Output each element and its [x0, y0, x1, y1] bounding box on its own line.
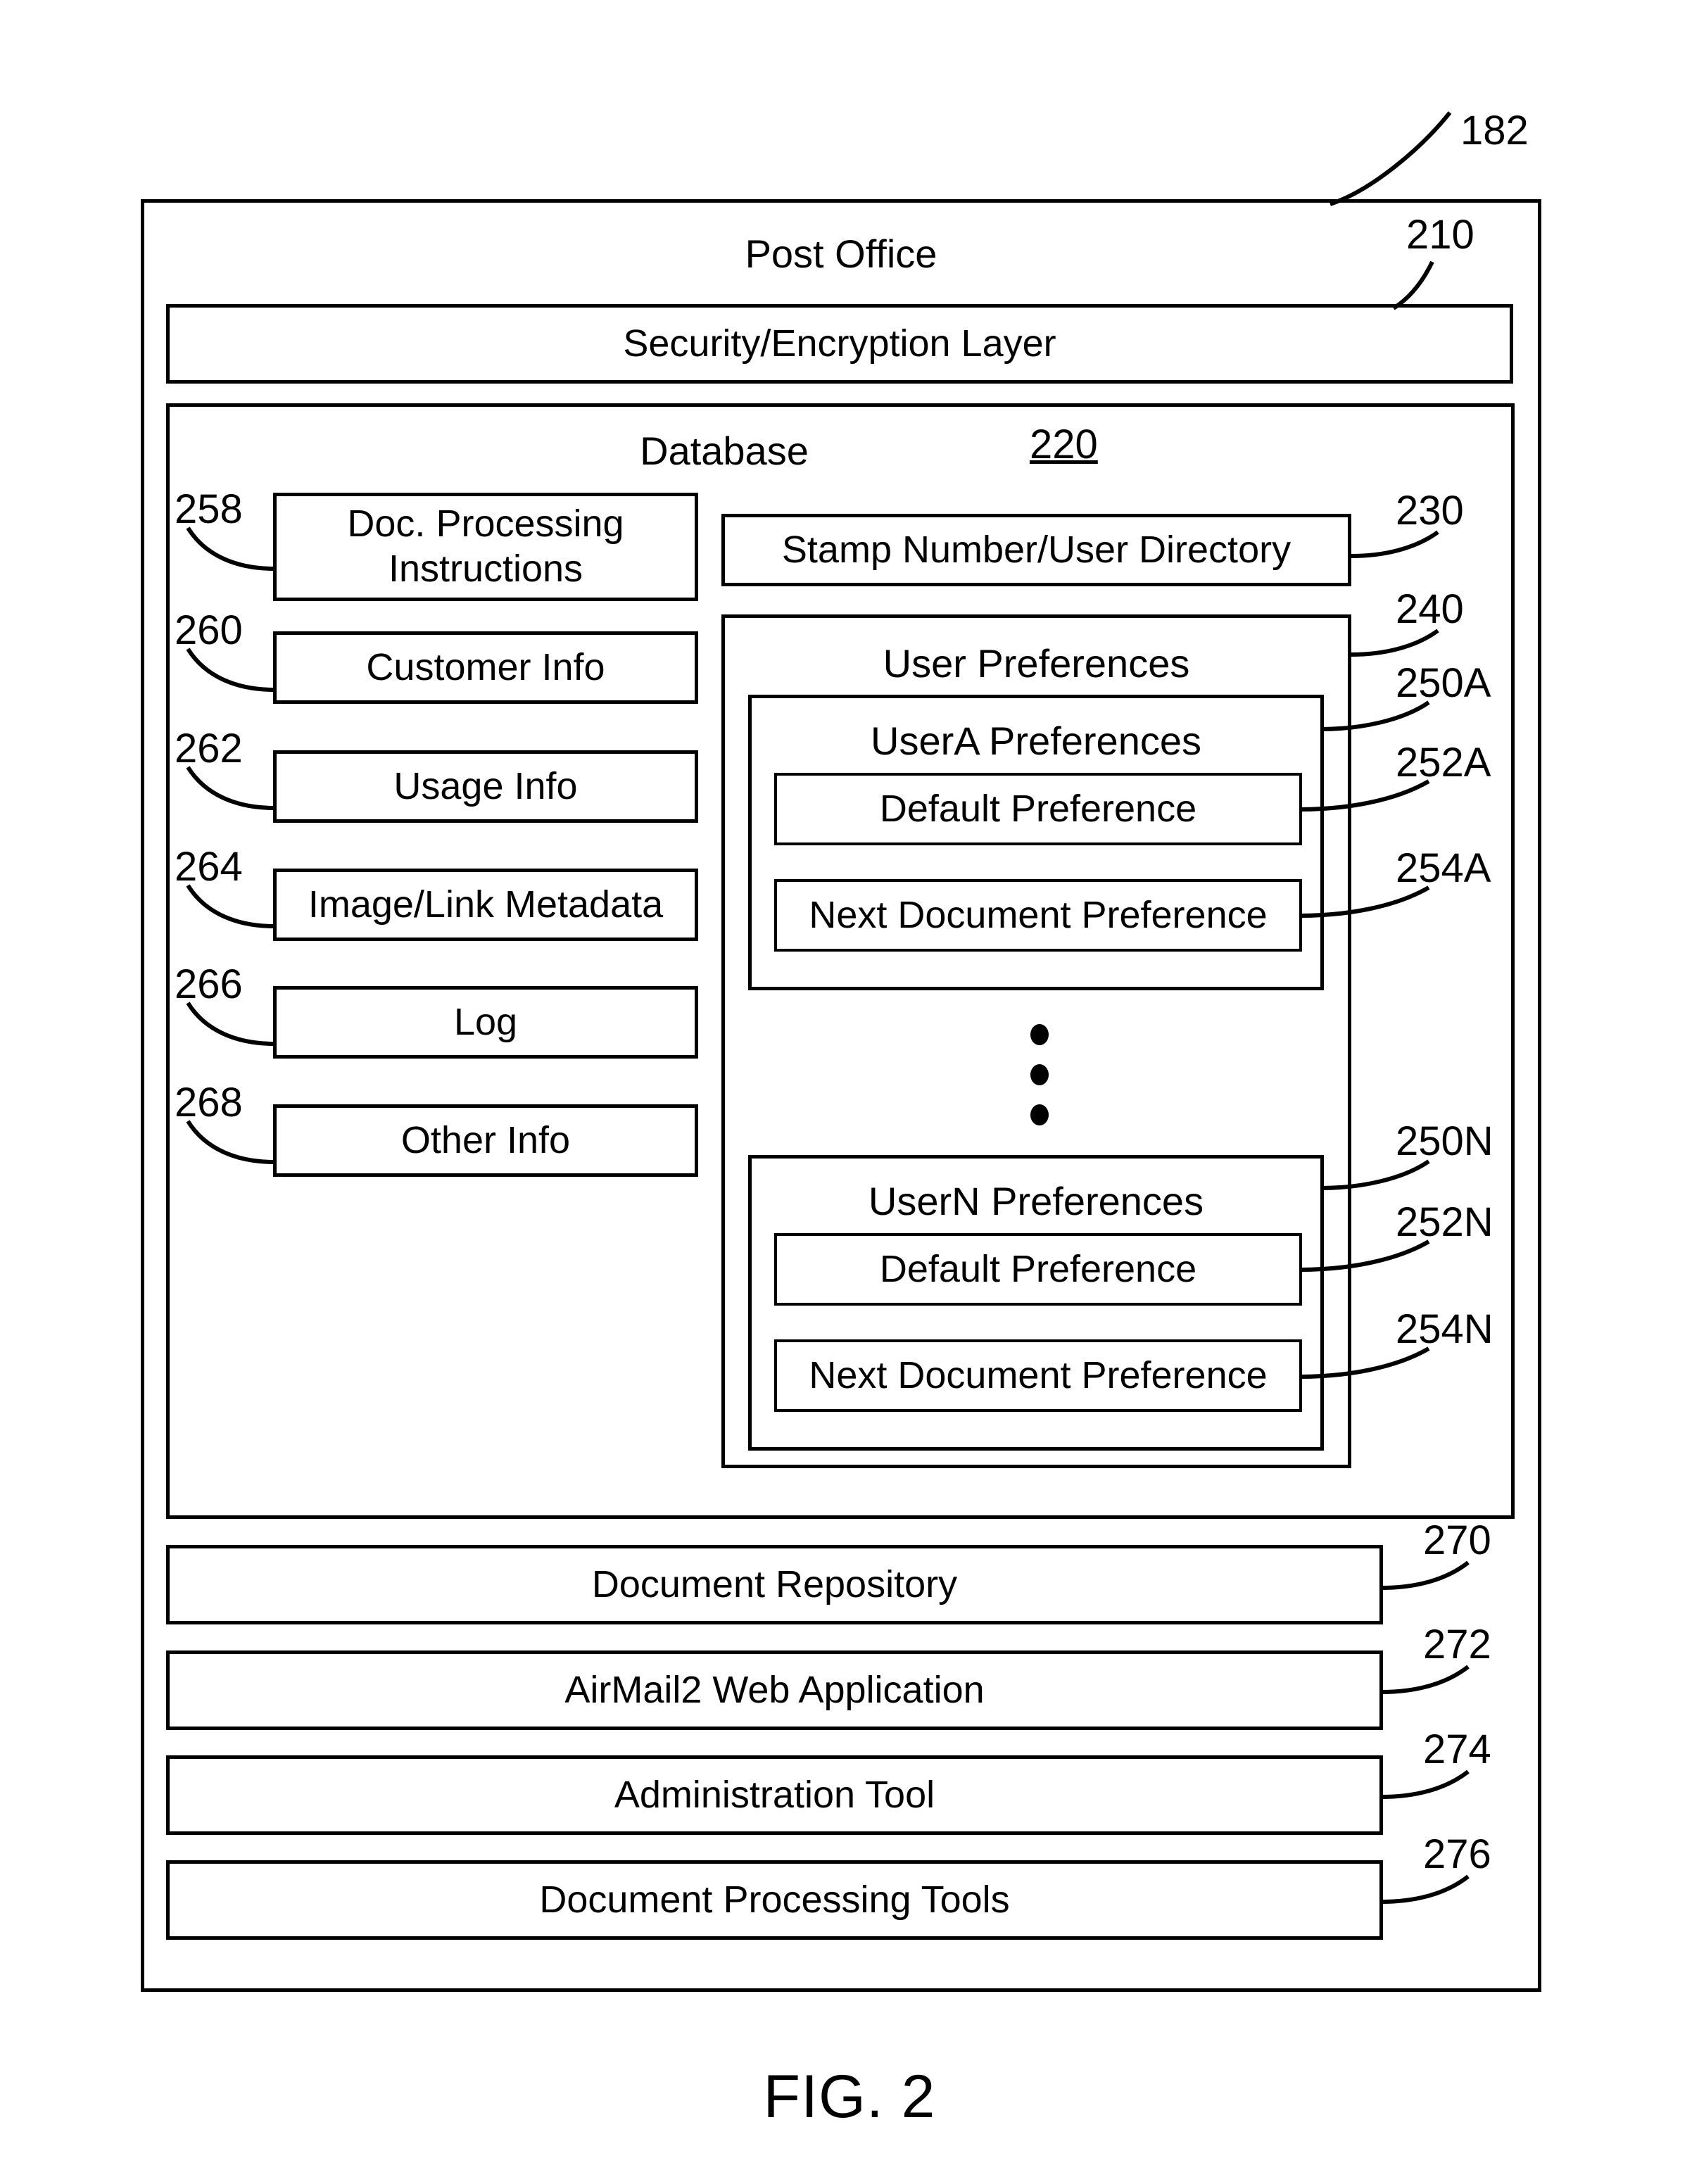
stamp-number-user-directory-label: Stamp Number/User Directory — [781, 528, 1291, 571]
leader-line-268 — [186, 1120, 275, 1164]
module-label: Administration Tool — [614, 1773, 935, 1816]
ref-182: 182 — [1460, 108, 1529, 153]
security-encryption-layer: Security/Encryption Layer — [166, 304, 1513, 384]
leader-line-230 — [1351, 530, 1439, 558]
usera-default-preference-label: Default Preference — [879, 787, 1197, 830]
ref-266: 266 — [175, 961, 243, 1007]
ref-262: 262 — [175, 726, 243, 771]
db-item-doc-processing-instructions: Doc. Processing Instructions — [273, 493, 698, 601]
leader-line-258 — [186, 526, 275, 571]
leader-line-254N — [1299, 1346, 1430, 1379]
leader-line-274 — [1381, 1769, 1470, 1799]
module-label: AirMail2 Web Application — [564, 1668, 985, 1711]
ref-250N: 250N — [1396, 1118, 1493, 1164]
leader-line-252N — [1299, 1239, 1430, 1272]
ellipsis-dot — [1030, 1064, 1049, 1085]
ref-270: 270 — [1423, 1517, 1491, 1563]
leader-line-254A — [1299, 885, 1430, 918]
ref-230: 230 — [1396, 488, 1464, 534]
ref-264: 264 — [175, 844, 243, 890]
db-item-label: Log — [453, 1000, 518, 1043]
db-item-label: Other Info — [400, 1118, 571, 1161]
module-administration-tool: Administration Tool — [166, 1755, 1383, 1835]
db-item-label: Customer Info — [366, 645, 605, 688]
security-encryption-layer-label: Security/Encryption Layer — [623, 322, 1056, 365]
leader-line-264 — [186, 884, 275, 928]
ref-252A: 252A — [1396, 740, 1491, 785]
vertical-ellipsis — [1030, 1024, 1051, 1130]
leader-line-270 — [1381, 1560, 1470, 1590]
leader-line-252A — [1299, 779, 1430, 812]
db-item-image-link-metadata: Image/Link Metadata — [273, 869, 698, 941]
figure-caption: FIG. 2 — [763, 2063, 936, 2131]
ref-252N: 252N — [1396, 1199, 1493, 1245]
module-label: Document Repository — [591, 1563, 958, 1605]
ref-268: 268 — [175, 1080, 243, 1125]
module-label: Document Processing Tools — [539, 1878, 1010, 1921]
db-item-usage-info: Usage Info — [273, 750, 698, 823]
usera-next-document-preference-label: Next Document Preference — [809, 893, 1268, 936]
ref-272: 272 — [1423, 1622, 1491, 1667]
patent-figure: 182 Post Office 210 Security/Encryption … — [0, 0, 1699, 2184]
leader-line-262 — [186, 766, 275, 810]
module-airmail2-web-application: AirMail2 Web Application — [166, 1650, 1383, 1730]
usern-default-preference-label: Default Preference — [879, 1247, 1197, 1290]
db-item-label: Image/Link Metadata — [308, 883, 664, 926]
ref-276: 276 — [1423, 1831, 1491, 1877]
module-document-processing-tools: Document Processing Tools — [166, 1860, 1383, 1940]
db-item-other-info: Other Info — [273, 1104, 698, 1177]
usera-preferences-title: UserA Preferences — [871, 719, 1201, 763]
db-item-label: Usage Info — [393, 764, 578, 807]
ref-254A: 254A — [1396, 845, 1491, 891]
ellipsis-dot — [1030, 1024, 1049, 1045]
module-document-repository: Document Repository — [166, 1545, 1383, 1624]
usera-next-document-preference: Next Document Preference — [774, 879, 1302, 952]
usern-default-preference: Default Preference — [774, 1233, 1302, 1306]
usera-default-preference: Default Preference — [774, 773, 1302, 845]
db-item-customer-info: Customer Info — [273, 631, 698, 704]
ref-240: 240 — [1396, 586, 1464, 632]
ellipsis-dot — [1030, 1104, 1049, 1125]
ref-210: 210 — [1406, 212, 1474, 258]
ref-260: 260 — [175, 607, 243, 653]
ref-274: 274 — [1423, 1727, 1491, 1772]
post-office-title: Post Office — [745, 232, 937, 276]
leader-line-260 — [186, 648, 275, 692]
usern-next-document-preference: Next Document Preference — [774, 1339, 1302, 1412]
stamp-number-user-directory: Stamp Number/User Directory — [721, 514, 1351, 586]
ref-220: 220 — [1030, 422, 1098, 467]
ref-250A: 250A — [1396, 660, 1491, 706]
database-title: Database — [640, 429, 809, 473]
usern-next-document-preference-label: Next Document Preference — [809, 1353, 1268, 1396]
leader-line-266 — [186, 1002, 275, 1046]
db-item-log: Log — [273, 986, 698, 1059]
usern-preferences-title: UserN Preferences — [868, 1179, 1204, 1223]
ref-258: 258 — [175, 486, 243, 532]
user-preferences-title: User Preferences — [883, 641, 1190, 686]
leader-line-272 — [1381, 1665, 1470, 1694]
ref-254N: 254N — [1396, 1306, 1493, 1352]
leader-line-276 — [1381, 1874, 1470, 1904]
db-item-label: Doc. Processing Instructions — [347, 503, 624, 590]
